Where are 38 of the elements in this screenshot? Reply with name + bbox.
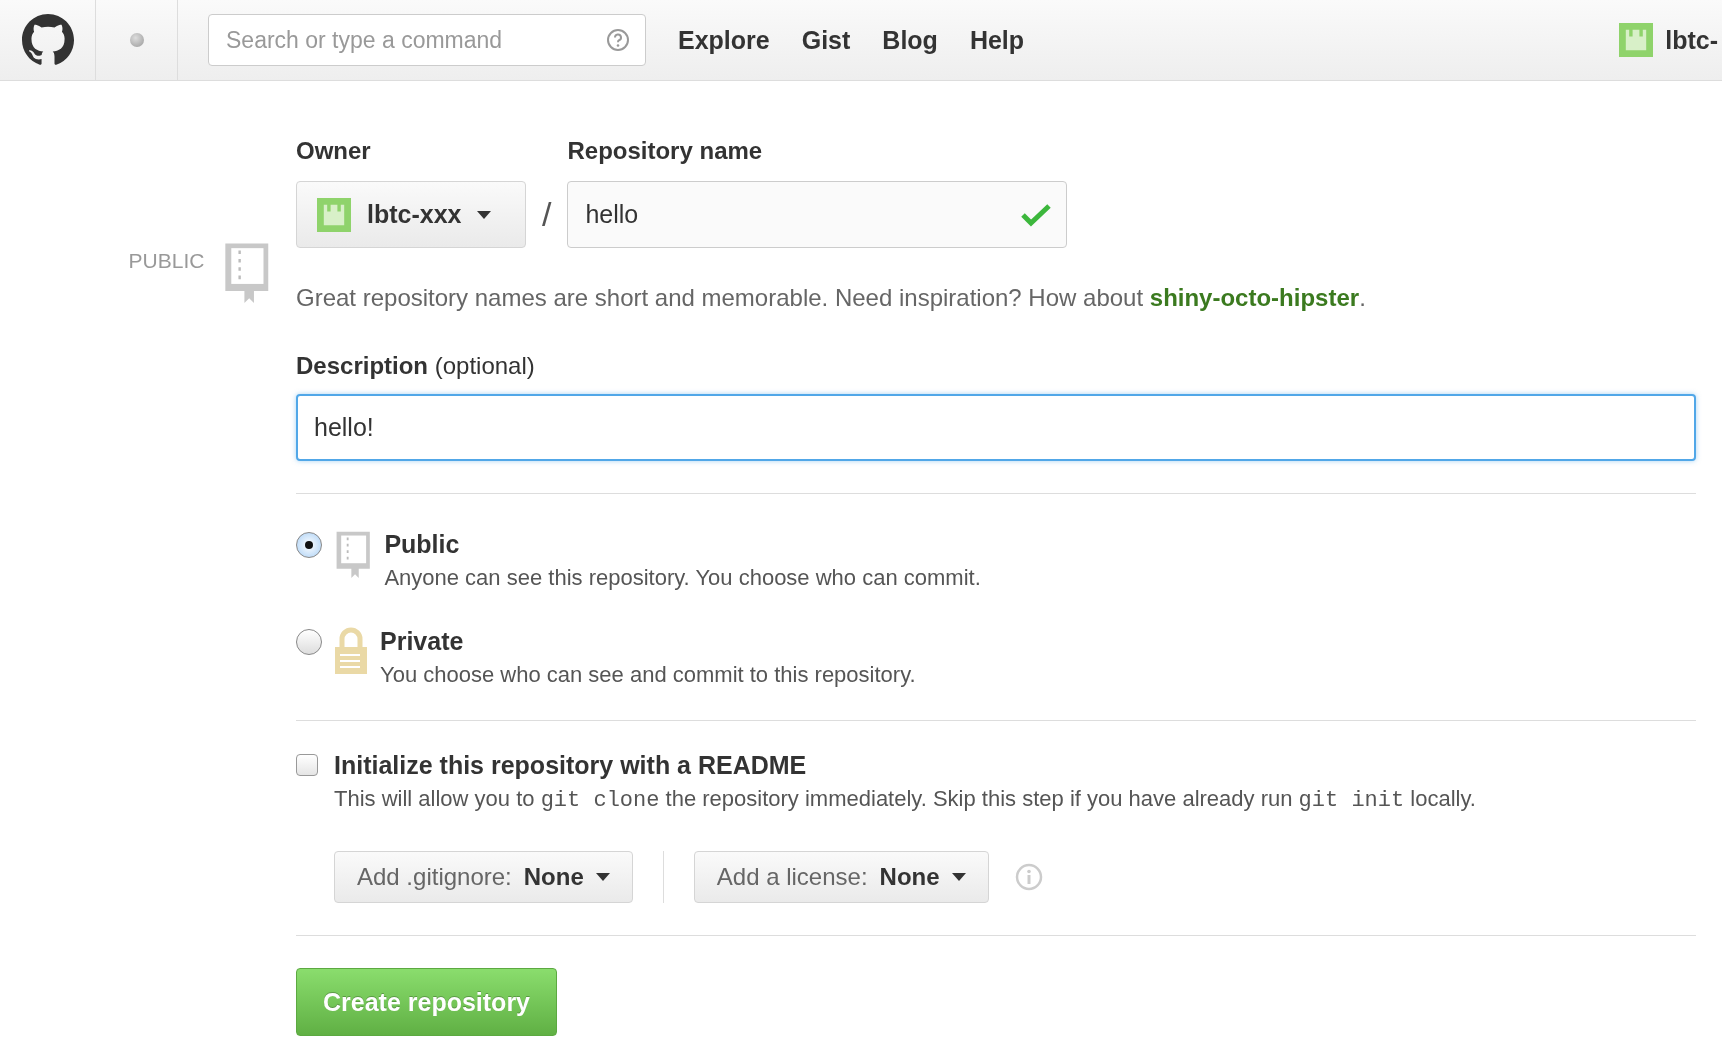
avatar-icon [317, 197, 351, 232]
search-field[interactable]: Search or type a command [208, 14, 646, 66]
checkbox[interactable] [296, 754, 318, 776]
lock-icon [334, 627, 368, 675]
nav-link[interactable]: Gist [801, 25, 851, 55]
help-icon [606, 28, 630, 52]
option-title: Public [384, 530, 461, 559]
repository-name-label: Repository name [567, 137, 764, 165]
radio-button[interactable] [296, 532, 322, 558]
suggestion-link[interactable]: shiny-octo-hipster [1149, 284, 1360, 311]
user-name[interactable]: lbtc- [1665, 25, 1718, 55]
option-description: Anyone can see this repository. You choose who can commit. [384, 565, 981, 591]
description-field[interactable]: hello! [296, 394, 1696, 461]
caret-icon [951, 873, 966, 881]
owner-label: Owner [296, 137, 372, 165]
status-dot-icon [129, 33, 144, 47]
owner-dropdown[interactable]: lbtc-xxx [296, 181, 526, 248]
option-description: You choose who can see and commit to this repository. [380, 662, 916, 688]
option-title: Private [380, 627, 465, 656]
gitignore-dropdown[interactable]: Add .gitignore: None [334, 851, 633, 903]
caret-icon [595, 873, 610, 881]
nav-link[interactable]: Explore [678, 25, 770, 55]
hint-text: Great repository names are short and memorable. Need inspiration? How about shiny-octo-hipster. [296, 284, 1367, 312]
avatar-icon [1619, 23, 1654, 57]
logo-icon[interactable] [21, 14, 74, 66]
readme-description: This will allow you to git clone the repository immediately. Skip this step if you have already run git init locally. [334, 786, 1476, 813]
description-label: Description (optional) [296, 352, 536, 380]
book-icon [334, 530, 373, 578]
nav-link[interactable]: Blog [882, 25, 938, 55]
slash-separator: / [542, 195, 552, 235]
readme-label: Initialize this repository with a README [334, 751, 808, 780]
nav-link[interactable]: Help [969, 25, 1025, 55]
radio-button[interactable] [296, 629, 322, 655]
caret-icon [477, 210, 492, 219]
repository-name-field[interactable]: hello [567, 181, 1068, 248]
info-icon[interactable] [1014, 863, 1043, 891]
license-dropdown[interactable]: Add a license: None [693, 851, 989, 903]
visibility-label: PUBLIC [128, 249, 205, 273]
